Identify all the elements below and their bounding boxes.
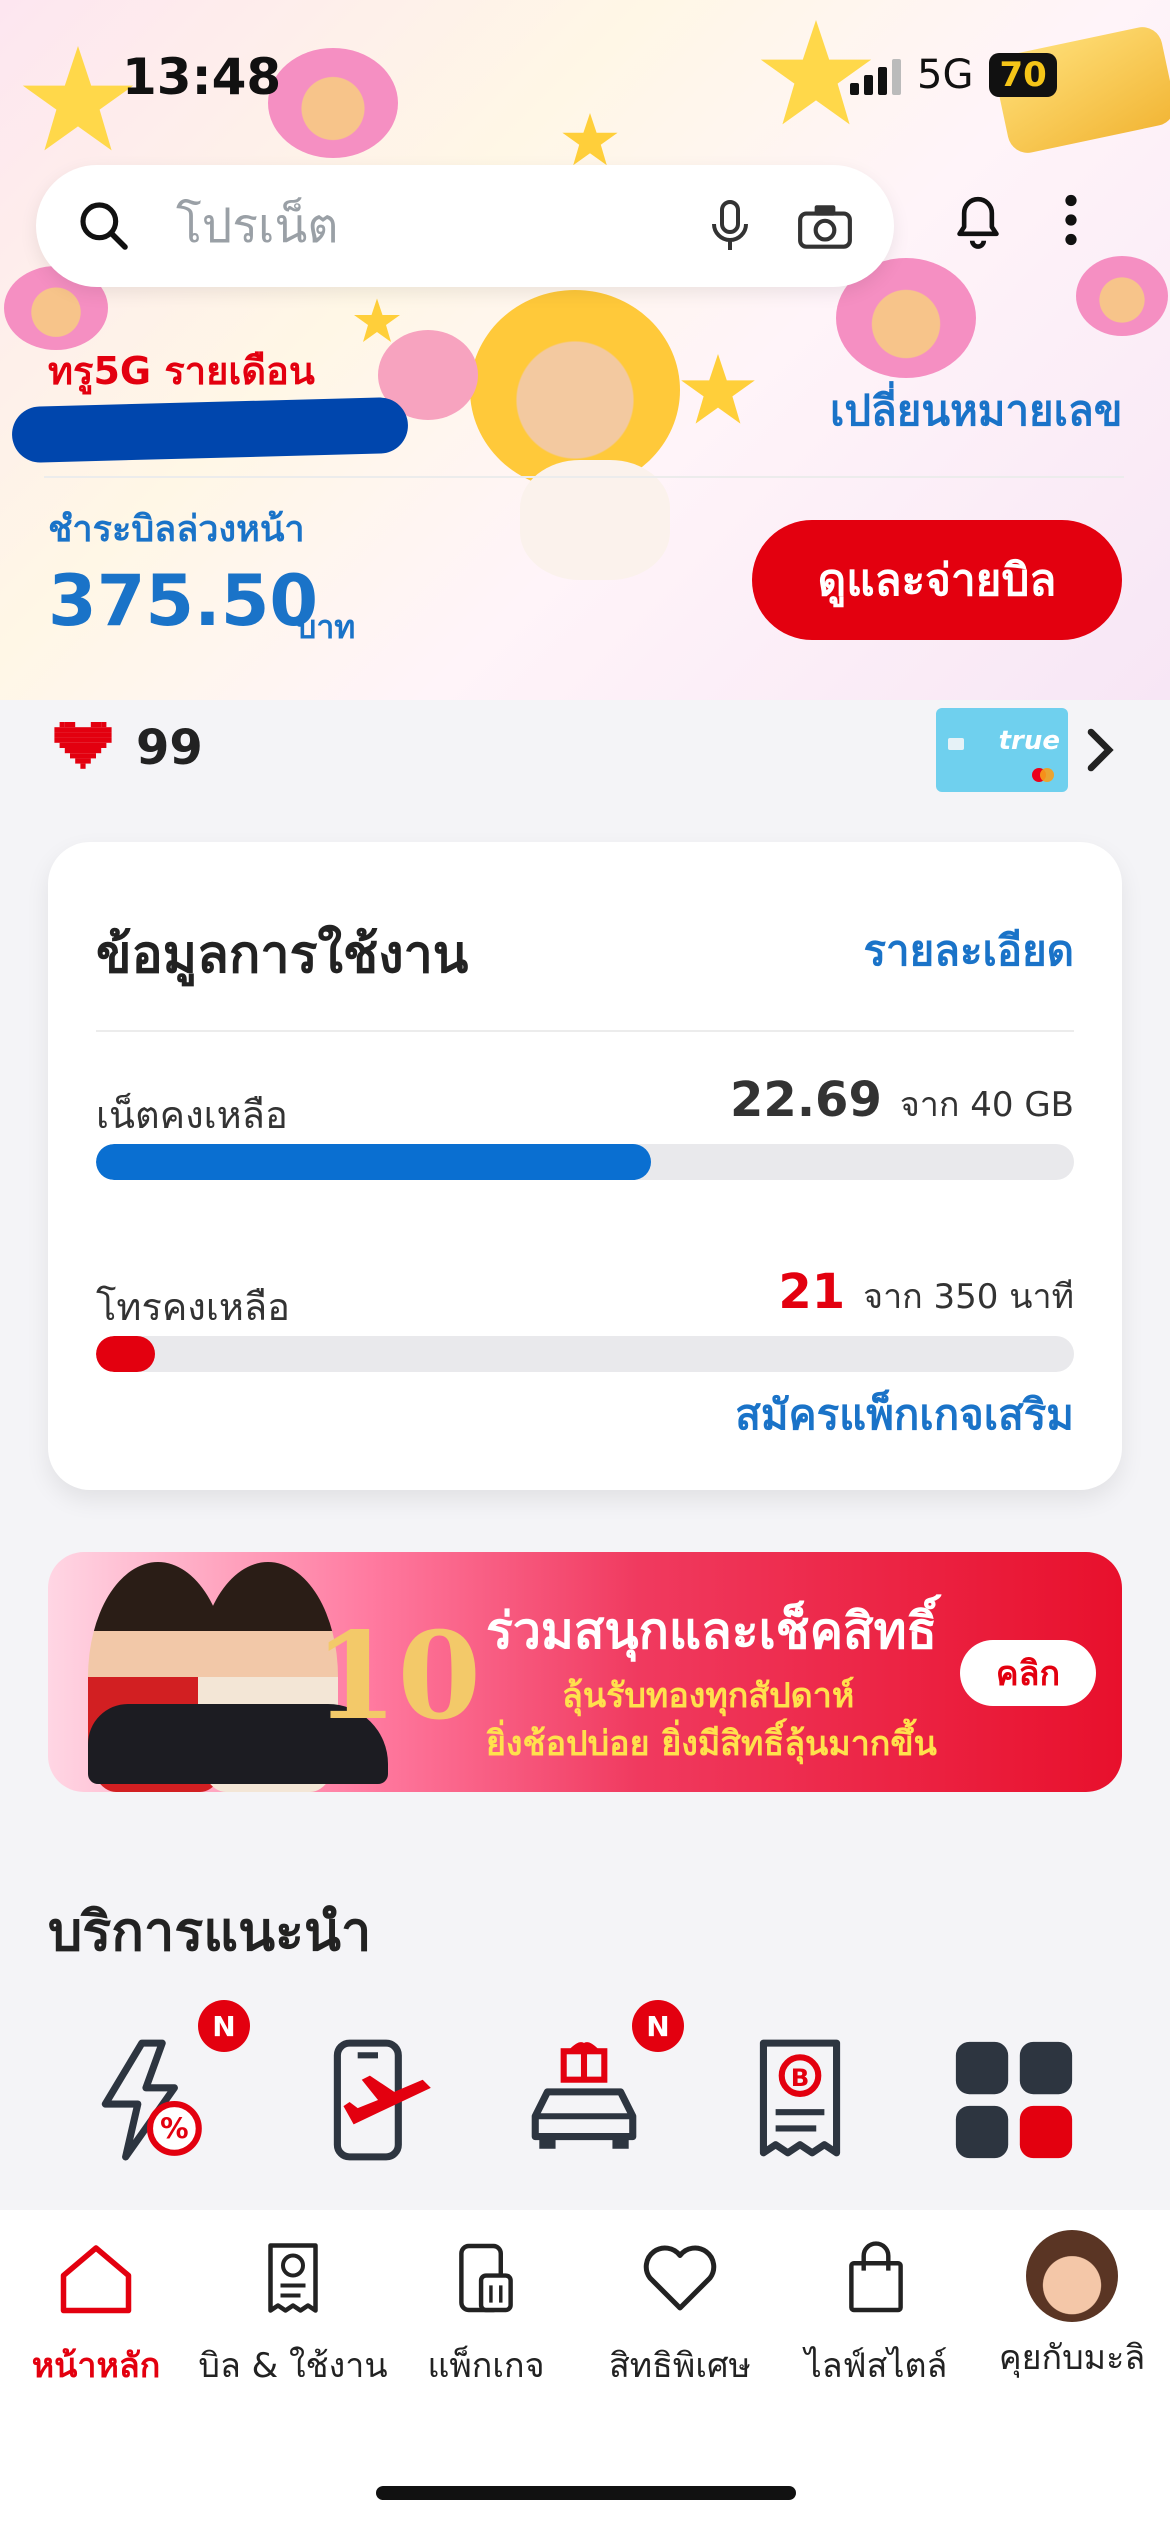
service-bill-payment[interactable]: B [730, 2030, 870, 2170]
star-decoration [562, 113, 618, 166]
header-actions [950, 190, 1078, 250]
lightning-discount-icon: % [101, 2039, 202, 2161]
usage-card: ข้อมูลการใช้งาน รายละเอียด เน็ตคงเหลือ 2… [48, 842, 1122, 1490]
true-card[interactable]: true [936, 708, 1068, 792]
microphone-icon[interactable] [706, 198, 754, 254]
signal-icon [850, 55, 901, 95]
home-icon [60, 2245, 132, 2314]
voice-remaining-amount: 21 [778, 1264, 846, 1320]
mali-avatar [1026, 2230, 1118, 2322]
divider [96, 1030, 1074, 1032]
battery-indicator: 70 [989, 53, 1057, 97]
network-type: 5G [917, 52, 974, 98]
receipt-icon [268, 2243, 318, 2313]
service-roaming[interactable] [308, 2030, 448, 2170]
star-decoration [354, 298, 400, 342]
usage-detail-link[interactable]: รายละเอียด [863, 918, 1074, 984]
data-remaining-label: เน็ตคงเหลือ [96, 1093, 288, 1137]
tab-chat-mali[interactable]: คุยกับมะลิ [972, 2230, 1170, 2384]
banner-click-button[interactable]: คลิก [960, 1640, 1096, 1706]
voice-total: จาก 350 นาที [863, 1277, 1074, 1317]
search-input[interactable]: โปรเน็ต [176, 188, 706, 264]
voice-remaining-value: 21 จาก 350 นาที [778, 1264, 1074, 1323]
tab-label: สิทธิพิเศษ [609, 2346, 751, 2386]
banner-subtitle: ยิ่งช้อปบ่อย ยิ่งมีสิทธิ์ลุ้นมากขึ้น [486, 1724, 937, 1764]
mascot-body [520, 460, 670, 580]
tab-home[interactable]: หน้าหลัก [0, 2240, 196, 2392]
change-number-link[interactable]: เปลี่ยนหมายเลข [830, 378, 1122, 444]
voice-usage-bar [96, 1336, 1074, 1372]
tab-lifestyle[interactable]: ไลฟ์สไตล์ [776, 2240, 976, 2392]
banner-prize-number: 10 [314, 1606, 481, 1747]
points-value: 99 [136, 720, 203, 776]
service-rewards-car[interactable]: N [514, 2000, 684, 2170]
status-time: 13:48 [122, 48, 282, 106]
usage-title: ข้อมูลการใช้งาน [96, 925, 469, 985]
phone-airplane-icon [333, 2039, 431, 2161]
camera-icon[interactable] [796, 201, 854, 251]
data-remaining-value: 22.69 จาก 40 GB [730, 1072, 1074, 1131]
search-icon [80, 202, 128, 250]
redacted-phone-number [11, 396, 409, 464]
pixel-heart-icon [54, 722, 112, 769]
mastercard-icon [1040, 768, 1054, 782]
card-brand-logo: true [998, 726, 1060, 756]
mascot-pink-bear [268, 48, 398, 158]
shopping-bag-icon [849, 2241, 903, 2313]
more-menu-icon[interactable] [1064, 194, 1078, 246]
notification-bell-icon[interactable] [950, 190, 1006, 250]
service-top-up[interactable]: % N [80, 2000, 250, 2170]
tab-label: คุยกับมะลิ [998, 2338, 1146, 2378]
svg-text:%: % [160, 2113, 188, 2146]
tab-label: แพ็กเกจ [427, 2346, 545, 2386]
tab-package[interactable]: แพ็กเกจ [386, 2240, 586, 2392]
mascot-pink-bear [1076, 256, 1168, 336]
data-remaining-amount: 22.69 [730, 1072, 882, 1128]
status-indicators: 5G 70 [850, 52, 1057, 98]
divider [44, 476, 1124, 478]
chevron-right-icon[interactable] [1082, 726, 1118, 774]
tab-label: ไลฟ์สไตล์ [804, 2346, 948, 2386]
voice-remaining-label: โทรคงเหลือ [96, 1285, 290, 1329]
tab-privileges[interactable]: สิทธิพิเศษ [580, 2240, 780, 2392]
points-row[interactable]: 99 [54, 720, 203, 776]
plan-name: ทรู5G รายเดือน [48, 349, 315, 393]
recommended-services-title: บริการแนะนำ [48, 1900, 372, 1963]
tab-label: บิล & ใช้งาน [198, 2346, 388, 2386]
star-decoration [681, 354, 755, 424]
data-usage-bar [96, 1144, 1074, 1180]
banner-title: ร่วมสนุกและเช็คสิทธิ์ [486, 1602, 938, 1660]
grid-menu-icon [955, 2041, 1073, 2159]
data-total: จาก 40 GB [899, 1085, 1074, 1125]
search-bar[interactable]: โปรเน็ต [36, 165, 894, 287]
prepay-label: ชำระบิลล่วงหน้า [48, 509, 305, 550]
voice-usage-fill [96, 1336, 155, 1372]
svg-text:B: B [791, 2063, 810, 2092]
car-gift-icon [531, 2042, 637, 2149]
add-on-package-link[interactable]: สมัครแพ็กเกจเสริม [735, 1382, 1074, 1448]
tab-bill-usage[interactable]: บิล & ใช้งาน [193, 2240, 393, 2392]
heart-icon [643, 2245, 717, 2311]
data-usage-fill [96, 1144, 651, 1180]
tab-label: หน้าหลัก [31, 2346, 161, 2386]
new-badge: N [632, 2000, 684, 2052]
promo-banner[interactable]: 10 ร่วมสนุกและเช็คสิทธิ์ ลุ้นรับทองทุกสั… [48, 1552, 1122, 1792]
new-badge: N [198, 2000, 250, 2052]
star-decoration [22, 46, 134, 151]
currency-label: บาท [296, 608, 356, 646]
banner-subtitle: ลุ้นรับทองทุกสัปดาห์ [562, 1676, 855, 1716]
bill-amount: 375.50 [48, 560, 319, 642]
phone-sim-icon [459, 2243, 513, 2313]
home-indicator [376, 2486, 796, 2500]
view-and-pay-bill-button[interactable]: ดูและจ่ายบิล [752, 520, 1122, 640]
card-chip [948, 738, 964, 750]
service-all-menu[interactable] [944, 2030, 1084, 2170]
receipt-baht-icon: B [759, 2039, 841, 2157]
